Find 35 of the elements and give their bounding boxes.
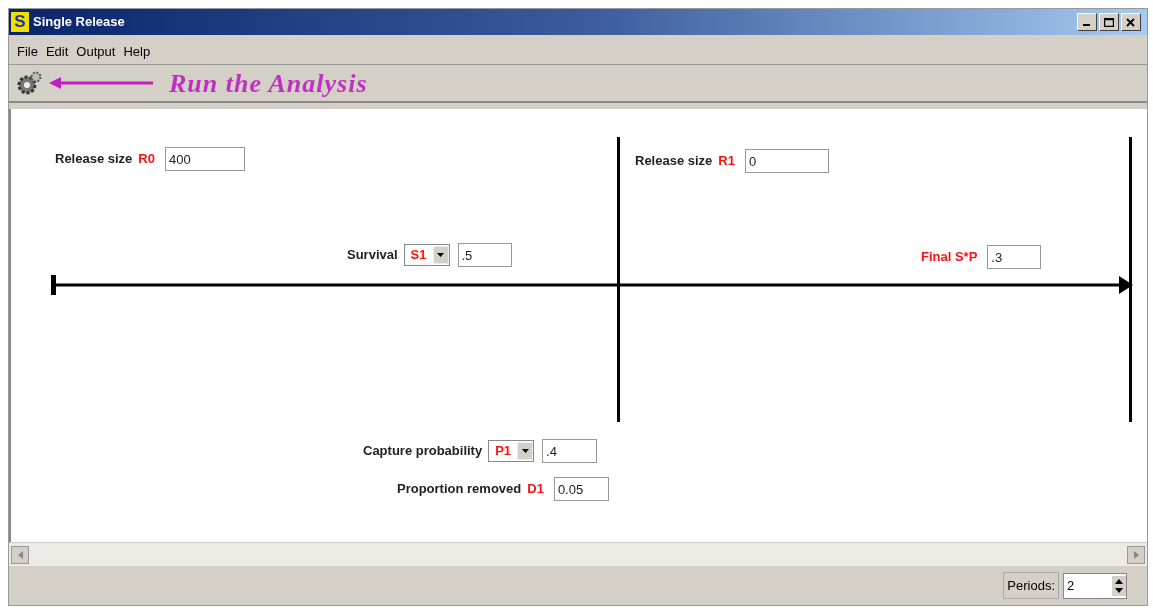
close-icon[interactable] xyxy=(1121,13,1141,31)
maximize-icon[interactable] xyxy=(1099,13,1119,31)
value-field[interactable]: 0.05 xyxy=(553,477,609,501)
menu-item[interactable]: Help xyxy=(123,41,151,62)
window-title: Single Release xyxy=(33,13,125,32)
menu-item[interactable]: Edit xyxy=(45,41,69,62)
value-field[interactable]: .3 xyxy=(987,245,1042,269)
gears-icon[interactable] xyxy=(17,71,43,95)
minimize-icon[interactable] xyxy=(1077,13,1097,31)
horizontal-scrollbar[interactable] xyxy=(9,542,1147,566)
value-field[interactable]: .4 xyxy=(542,439,598,463)
code-dropdown[interactable]: P1 xyxy=(488,440,535,462)
param-code: Final S*P xyxy=(921,248,978,267)
param-code: R0 xyxy=(138,150,155,169)
value-field[interactable]: .5 xyxy=(457,243,512,267)
arrow-icon xyxy=(49,77,153,89)
param-code: D1 xyxy=(527,480,544,499)
param-label: Capture probability xyxy=(363,442,483,461)
param-label: Survival xyxy=(347,246,398,265)
scroll-left-icon[interactable] xyxy=(11,545,29,564)
value-field[interactable]: 400 xyxy=(164,147,245,171)
value-field[interactable]: 0 xyxy=(744,149,829,173)
param-label: Proportion removed xyxy=(397,480,522,499)
scroll-right-icon[interactable] xyxy=(1127,545,1145,564)
param-code: R1 xyxy=(718,152,735,171)
spinner-arrows-icon[interactable] xyxy=(1112,575,1126,596)
run-hint: Run the Analysis xyxy=(169,67,368,100)
code-dropdown[interactable]: S1 xyxy=(403,244,450,266)
param-label: Release size xyxy=(55,150,133,169)
menu-item[interactable]: File xyxy=(17,41,38,62)
app-icon: S xyxy=(11,12,29,32)
periods-spinner[interactable]: 2 xyxy=(1063,572,1127,599)
param-label: Release size xyxy=(635,152,713,171)
menu-item[interactable]: Output xyxy=(76,41,116,62)
periods-label: Periods: xyxy=(1003,571,1059,600)
